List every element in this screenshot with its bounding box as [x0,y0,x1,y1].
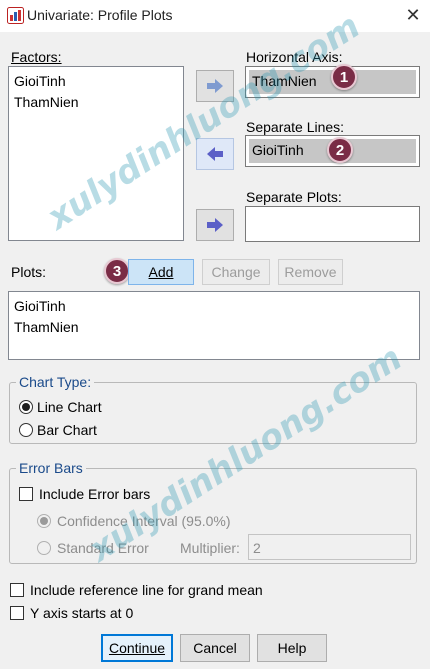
multiplier-field[interactable]: 2 [248,534,411,560]
remove-plot-button[interactable]: Remove [278,259,343,285]
arrow-left-icon [207,147,223,161]
plots-label: Plots: [11,264,47,280]
step-badge-1: 1 [331,64,357,90]
window-title: Univariate: Profile Plots [27,7,173,23]
multiplier-value: 2 [253,540,261,556]
bar-chart-radio[interactable] [19,423,33,437]
cancel-button[interactable]: Cancel [180,634,250,662]
plot-item[interactable]: ThamNien [9,317,419,338]
reference-line-checkbox[interactable] [10,583,24,597]
error-bars-legend: Error Bars [16,460,86,476]
move-to-separate-lines-button[interactable] [196,138,234,170]
spss-app-icon [7,7,24,24]
factors-listbox[interactable]: GioiTinh ThamNien [8,66,184,241]
bar-chart-label[interactable]: Bar Chart [37,422,97,438]
separate-lines-label: Separate Lines: [246,119,345,135]
include-error-bars-checkbox[interactable] [19,487,33,501]
standard-error-radio[interactable] [37,541,51,555]
move-to-horizontal-axis-button[interactable] [196,70,234,102]
confidence-interval-label: Confidence Interval (95.0%) [57,513,231,529]
help-button[interactable]: Help [257,634,327,662]
close-icon[interactable]: ✕ [400,3,426,27]
add-plot-button[interactable]: Add [128,259,194,285]
arrow-right-icon [207,218,223,232]
standard-error-label: Standard Error [57,540,149,556]
confidence-interval-radio[interactable] [37,514,51,528]
step-badge-3: 3 [104,258,130,284]
plots-listbox[interactable]: GioiTinh ThamNien [8,291,420,360]
factor-item[interactable]: GioiTinh [9,71,183,92]
factors-label: Factors: [11,49,62,65]
multiplier-label: Multiplier: [180,540,240,556]
line-chart-label[interactable]: Line Chart [37,399,102,415]
horizontal-axis-label: Horizontal Axis: [246,49,343,65]
factor-item[interactable]: ThamNien [9,92,183,113]
line-chart-radio[interactable] [19,400,33,414]
arrow-right-icon [207,79,223,93]
y-axis-zero-checkbox[interactable] [10,606,24,620]
separate-plots-label: Separate Plots: [246,189,342,205]
change-plot-button[interactable]: Change [202,259,270,285]
include-error-bars-label[interactable]: Include Error bars [39,486,150,502]
move-to-separate-plots-button[interactable] [196,209,234,241]
chart-type-legend: Chart Type: [16,374,95,390]
reference-line-label[interactable]: Include reference line for grand mean [30,582,263,598]
y-axis-zero-label[interactable]: Y axis starts at 0 [30,605,133,621]
separate-plots-field[interactable] [245,206,420,242]
plot-item[interactable]: GioiTinh [9,296,419,317]
step-badge-2: 2 [327,137,353,163]
continue-button[interactable]: Continue [101,634,173,662]
